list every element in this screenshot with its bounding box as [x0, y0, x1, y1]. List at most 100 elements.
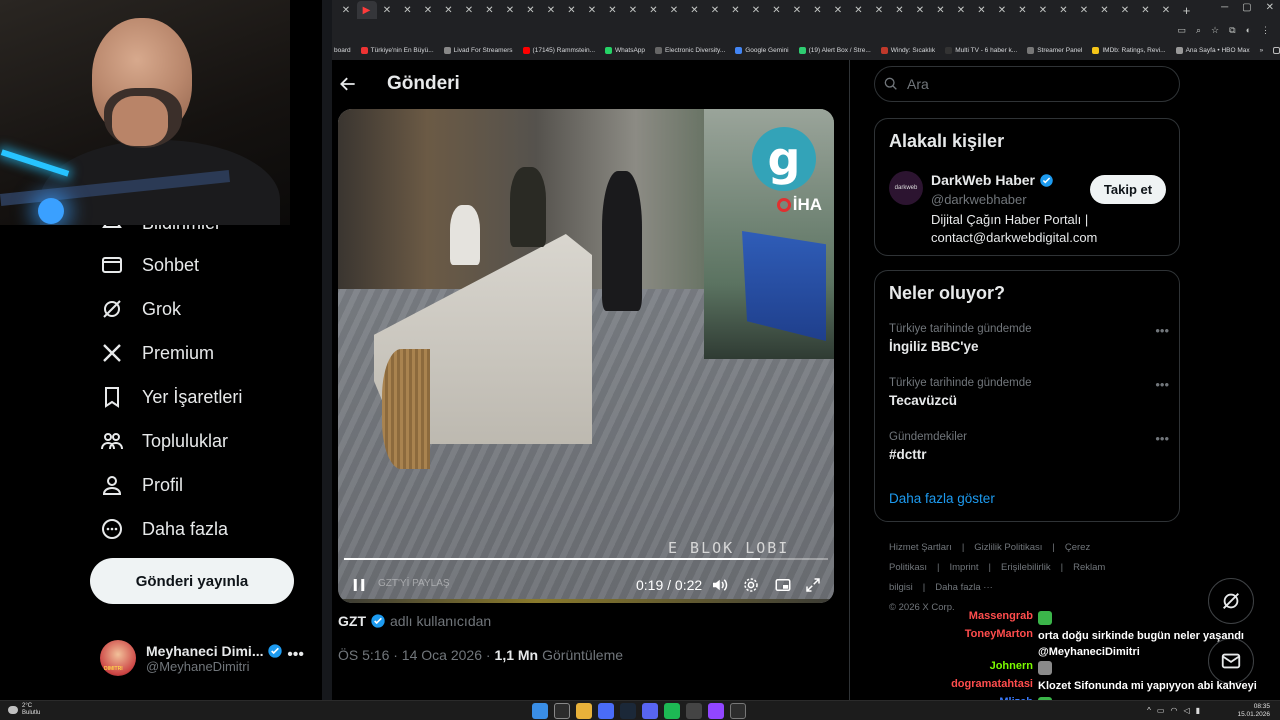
footer-link[interactable]: Imprint — [949, 562, 978, 573]
browser-tab[interactable]: ✕ — [787, 0, 807, 20]
bookmark-item[interactable]: Google Gemini — [735, 46, 789, 54]
trend-item[interactable]: Türkiye tarihinde gündemde İngiliz BBC'y… — [889, 323, 1169, 354]
bookmark-item[interactable]: Türkiye'nin En Büyü... — [360, 46, 434, 54]
minimize-icon[interactable]: ─ — [1221, 2, 1228, 13]
bookmark-item[interactable]: (17145) Rammstein... — [522, 46, 595, 54]
browser-tab[interactable]: ✕ — [1156, 0, 1176, 20]
browser-tab[interactable]: ✕ — [644, 0, 664, 20]
footer-link[interactable]: Gizlilik Politikası — [974, 542, 1042, 553]
windows-start-icon[interactable] — [532, 703, 548, 719]
footer-link[interactable]: Hizmet Şartları — [889, 542, 952, 553]
follow-button[interactable]: Takip et — [1090, 175, 1166, 204]
extensions-icon[interactable]: ⧉ — [1229, 25, 1235, 36]
clock[interactable]: 08:35 15.01.2026 — [1237, 703, 1270, 719]
search-input[interactable] — [907, 76, 1167, 92]
bookmark-item[interactable]: IMDb: Ratings, Revi... — [1092, 46, 1166, 54]
footer-link[interactable]: Erişilebilirlik — [1001, 562, 1051, 573]
browser-tab[interactable]: ✕ — [726, 0, 746, 20]
star-icon[interactable]: ☆ — [1211, 25, 1219, 36]
maximize-icon[interactable]: ▢ — [1242, 2, 1251, 13]
weather-widget[interactable]: 2°C Bulutlu — [8, 703, 40, 717]
browser-tab[interactable]: ✕ — [992, 0, 1012, 20]
wifi-icon[interactable]: ◠ — [1170, 706, 1177, 715]
browser-tab[interactable]: ✕ — [931, 0, 951, 20]
browser-tab[interactable]: ✕ — [521, 0, 541, 20]
menu-icon[interactable]: ⋮ — [1261, 25, 1270, 36]
nav-item-premium[interactable]: Premium — [100, 338, 214, 368]
browser-tab[interactable]: ✕ — [685, 0, 705, 20]
profile-icon[interactable]: ◐ — [1246, 25, 1251, 35]
bookmark-item[interactable]: Livad For Streamers — [443, 46, 513, 54]
browser-tab[interactable]: ✕ — [418, 0, 438, 20]
related-user-name[interactable]: DarkWeb Haber — [931, 172, 1054, 188]
browser-tab[interactable]: ✕ — [582, 0, 602, 20]
source-name[interactable]: GZT — [338, 613, 366, 629]
browser-tab[interactable]: ✕ — [869, 0, 889, 20]
related-user-handle[interactable]: @darkwebhaber — [931, 192, 1027, 207]
battery-icon[interactable]: ▮ — [1196, 706, 1200, 715]
chevron-up-icon[interactable]: ^ — [1147, 706, 1151, 715]
browser-tab[interactable]: ✕ — [910, 0, 930, 20]
video-player[interactable]: g İHA E BLOK LOBI GZT'Yİ PAYLAŞ 0:19 / 0… — [338, 109, 834, 603]
bookmark-item[interactable]: (19) Alert Box / Stre... — [798, 46, 871, 54]
more-options-icon[interactable]: ••• — [1155, 431, 1169, 446]
browser-tab[interactable]: ✕ — [398, 0, 418, 20]
close-icon[interactable]: ✕ — [1266, 2, 1274, 13]
trend-item[interactable]: Türkiye tarihinde gündemde Tecavüzcü ••• — [889, 377, 1169, 408]
app-icon[interactable] — [598, 703, 614, 719]
browser-tab[interactable]: ✕ — [951, 0, 971, 20]
avatar[interactable]: darkweb — [889, 171, 923, 205]
browser-tab[interactable]: ✕ — [336, 0, 356, 20]
browser-tab[interactable]: ✕ — [377, 0, 397, 20]
browser-tab[interactable]: ✕ — [1095, 0, 1115, 20]
browser-tab[interactable]: ✕ — [1115, 0, 1135, 20]
more-options-icon[interactable]: ••• — [1155, 323, 1169, 338]
bookmarks-overflow[interactable]: » — [1260, 47, 1264, 54]
cast-icon[interactable]: ▭ — [1177, 25, 1186, 36]
app-icon[interactable] — [730, 703, 746, 719]
browser-tab[interactable]: ✕ — [808, 0, 828, 20]
settings-gear-icon[interactable] — [742, 576, 760, 594]
browser-tab[interactable]: ✕ — [480, 0, 500, 20]
browser-tab[interactable]: ✕ — [459, 0, 479, 20]
steam-icon[interactable] — [620, 703, 636, 719]
obs-icon[interactable] — [708, 703, 724, 719]
browser-tab[interactable]: ✕ — [849, 0, 869, 20]
zoom-icon[interactable]: ⌕ — [1196, 25, 1201, 36]
all-bookmarks-button[interactable]: Tüm Yer İşaretleri — [1273, 46, 1280, 54]
tab-strip[interactable]: ✕ ▶ ✕ ✕ ✕ ✕ ✕ ✕ ✕ ✕ ✕ ✕ ✕ ✕ ✕ ✕ ✕ ✕ ✕ ✕ ✕ ✕ ✕ ✕ ✕ ✕ ✕ ✕ ✕ ✕ ✕ ✕ ✕ ✕ ✕ ✕ ✕ ✕ ✕ ✕… — [332, 0, 1280, 20]
more-options-icon[interactable]: ••• — [1155, 377, 1169, 392]
bookmark-item[interactable]: board — [334, 47, 351, 54]
browser-tab[interactable]: ✕ — [603, 0, 623, 20]
back-arrow-icon[interactable] — [338, 74, 358, 94]
browser-tab[interactable]: ✕ — [500, 0, 520, 20]
nav-item-bookmarks[interactable]: Yer İşaretleri — [100, 382, 242, 412]
nav-item-chat[interactable]: Sohbet — [100, 250, 199, 280]
nav-item-grok[interactable]: Grok — [100, 294, 181, 324]
nav-item-profile[interactable]: Profil — [100, 470, 183, 500]
bookmark-item[interactable]: Electronic Diversity... — [655, 46, 725, 54]
browser-tab[interactable]: ✕ — [1054, 0, 1074, 20]
picture-in-picture-icon[interactable] — [774, 576, 792, 594]
speaker-icon[interactable]: ◁ — [1183, 706, 1189, 715]
footer-link[interactable]: Daha fazla ··· — [935, 582, 993, 593]
discord-icon[interactable] — [642, 703, 658, 719]
browser-tab[interactable]: ✕ — [1136, 0, 1156, 20]
browser-tab[interactable]: ✕ — [972, 0, 992, 20]
browser-tab[interactable]: ✕ — [1074, 0, 1094, 20]
trend-item[interactable]: Gündemdekiler #dcttr ••• — [889, 431, 1169, 462]
search-box[interactable] — [874, 66, 1180, 102]
network-icon[interactable]: ▭ — [1157, 706, 1165, 715]
bookmark-item[interactable]: WhatsApp — [605, 46, 645, 54]
post-timestamp[interactable]: ÖS 5:16 · 14 Oca 2026 · — [338, 647, 491, 663]
spotify-icon[interactable] — [664, 703, 680, 719]
video-progress-bar[interactable] — [344, 558, 828, 560]
app-icon[interactable] — [686, 703, 702, 719]
volume-icon[interactable] — [710, 576, 728, 594]
browser-tab[interactable]: ✕ — [705, 0, 725, 20]
browser-tab[interactable]: ✕ — [1033, 0, 1053, 20]
pause-icon[interactable] — [350, 576, 368, 594]
browser-tab[interactable]: ✕ — [439, 0, 459, 20]
bookmark-item[interactable]: Streamer Panel — [1027, 46, 1082, 54]
browser-tab[interactable]: ✕ — [541, 0, 561, 20]
